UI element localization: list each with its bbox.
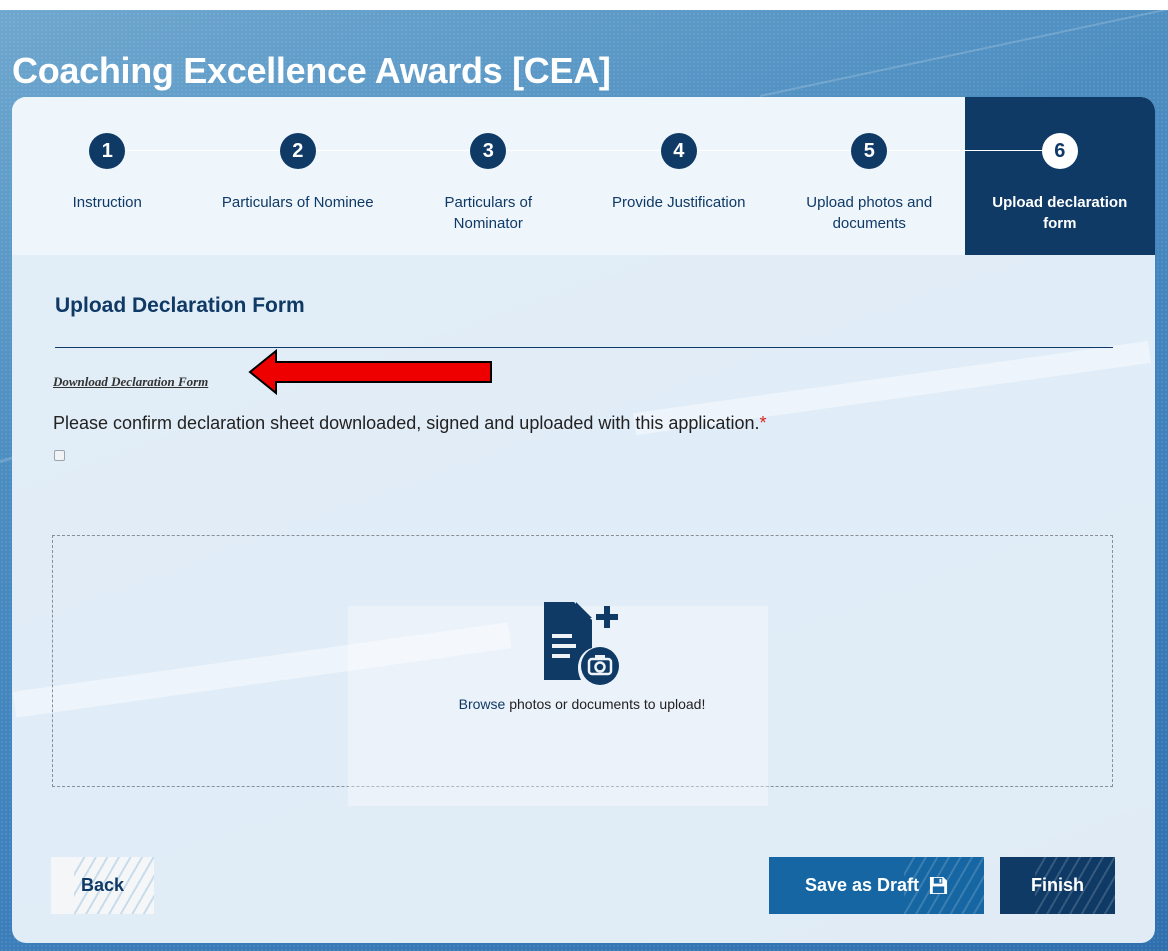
confirm-declaration-checkbox[interactable] [54, 450, 65, 461]
step-label: Upload declaration form [992, 194, 1128, 232]
page-title: Coaching Excellence Awards [CEA] [12, 50, 611, 91]
step-label: Instruction [72, 194, 142, 211]
save-icon [929, 876, 948, 895]
step-number: 2 [279, 133, 316, 169]
section-divider [55, 347, 1113, 348]
step-instruction[interactable]: 1 Instruction [12, 97, 203, 255]
step-upload-photos-and-documents[interactable]: 5 Upload photos and documents [774, 97, 965, 255]
confirm-declaration-label: Please confirm declaration sheet downloa… [53, 413, 766, 434]
step-provide-justification[interactable]: 4 Provide Justification [583, 97, 775, 255]
finish-button-label: Finish [1031, 875, 1084, 895]
step-number: 5 [851, 133, 888, 169]
download-declaration-form-link[interactable]: Download Declaration Form [53, 374, 208, 390]
document-camera-upload-icon [544, 602, 619, 685]
back-button[interactable]: Back [51, 857, 154, 914]
form-card: 1 Instruction 2 Particulars of Nominee 3… [12, 97, 1155, 943]
save-as-draft-button[interactable]: Save as Draft [769, 857, 984, 914]
browse-prompt-text: photos or documents to upload! [505, 696, 706, 712]
step-label: Particulars of Nominator [444, 194, 533, 232]
upload-dropzone[interactable]: Browse photos or documents to upload! [52, 535, 1113, 806]
step-particulars-of-nominator[interactable]: 3 Particulars of Nominator [393, 97, 584, 255]
browse-prompt: Browse photos or documents to upload! [53, 696, 1111, 712]
step-upload-declaration-form[interactable]: 6 Upload declaration form [964, 97, 1155, 255]
required-marker: * [759, 413, 767, 433]
section-title: Upload Declaration Form [55, 294, 305, 317]
progress-stepper: 1 Instruction 2 Particulars of Nominee 3… [12, 97, 1155, 255]
top-strip [0, 0, 1168, 10]
finish-button[interactable]: Finish [1000, 857, 1115, 914]
step-label: Upload photos and documents [806, 194, 933, 232]
save-as-draft-label: Save as Draft [804, 875, 920, 895]
step-number: 1 [89, 133, 126, 169]
confirm-label-text: Please confirm declaration sheet downloa… [53, 413, 760, 433]
step-label: Provide Justification [612, 194, 746, 211]
step-number: 4 [660, 133, 697, 169]
step-connector [126, 150, 203, 151]
annotation-arrow-icon [248, 348, 492, 396]
step-label: Particulars of Nominee [221, 194, 374, 211]
back-button-label: Back [80, 875, 125, 895]
step-number: 6 [1041, 133, 1078, 169]
step-particulars-of-nominee[interactable]: 2 Particulars of Nominee [202, 97, 394, 255]
browse-link[interactable]: Browse [459, 696, 506, 712]
step-number: 3 [470, 133, 507, 169]
